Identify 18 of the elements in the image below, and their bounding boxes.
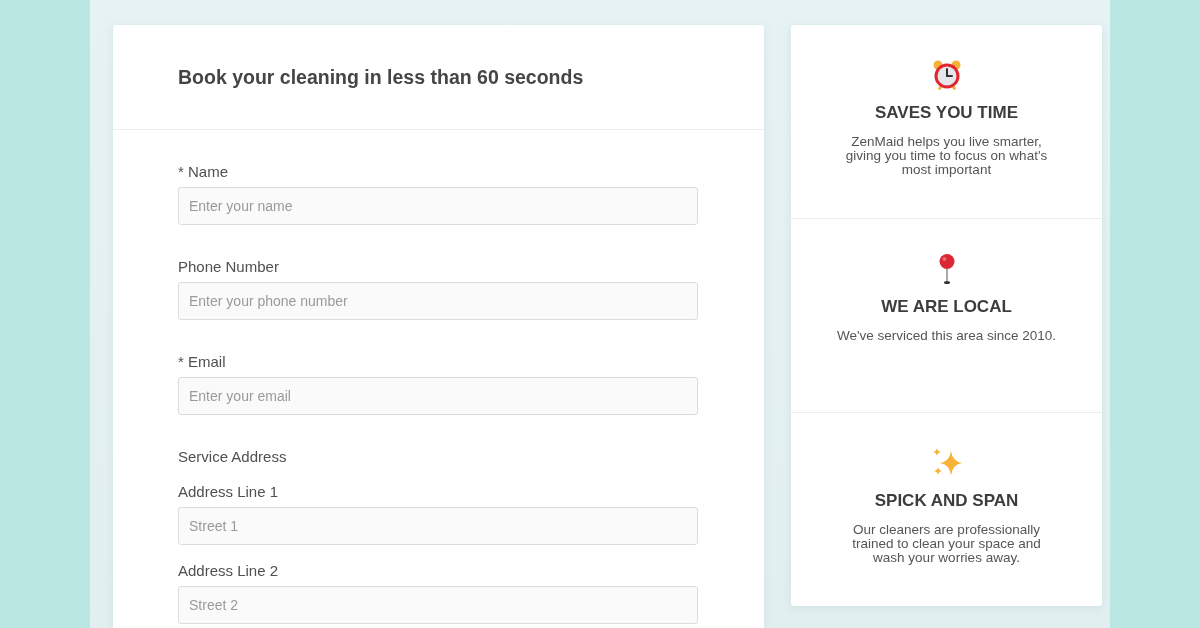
field-label: * Name	[178, 162, 229, 182]
feature-title: WE ARE LOCAL	[881, 297, 1012, 317]
feature-description: We've serviced this area since 2010.	[835, 329, 1058, 343]
field-label: Address Line 2	[178, 561, 279, 581]
section-heading: Service Address	[178, 447, 287, 467]
field-label: * Email	[178, 352, 226, 372]
text-input[interactable]: Enter your name	[178, 187, 698, 225]
feature-title: SAVES YOU TIME	[875, 103, 1018, 123]
text-input[interactable]: Street 2	[178, 586, 698, 624]
field-label: Address Line 1	[178, 482, 279, 502]
form-title: Book your cleaning in less than 60 seconds	[178, 65, 584, 89]
text-input[interactable]: Enter your phone number	[178, 282, 698, 320]
feature-title: SPICK AND SPAN	[874, 491, 1019, 511]
feature-description: ZenMaid helps you live smarter, giving you time to focus on what's most important	[844, 135, 1049, 177]
field-label: Phone Number	[178, 257, 279, 277]
text-input[interactable]: Enter your email	[178, 377, 698, 415]
feature-description: Our cleaners are professionally trained to clean your space and wash your worries away.	[851, 523, 1042, 565]
text-input[interactable]: Street 1	[178, 507, 698, 545]
